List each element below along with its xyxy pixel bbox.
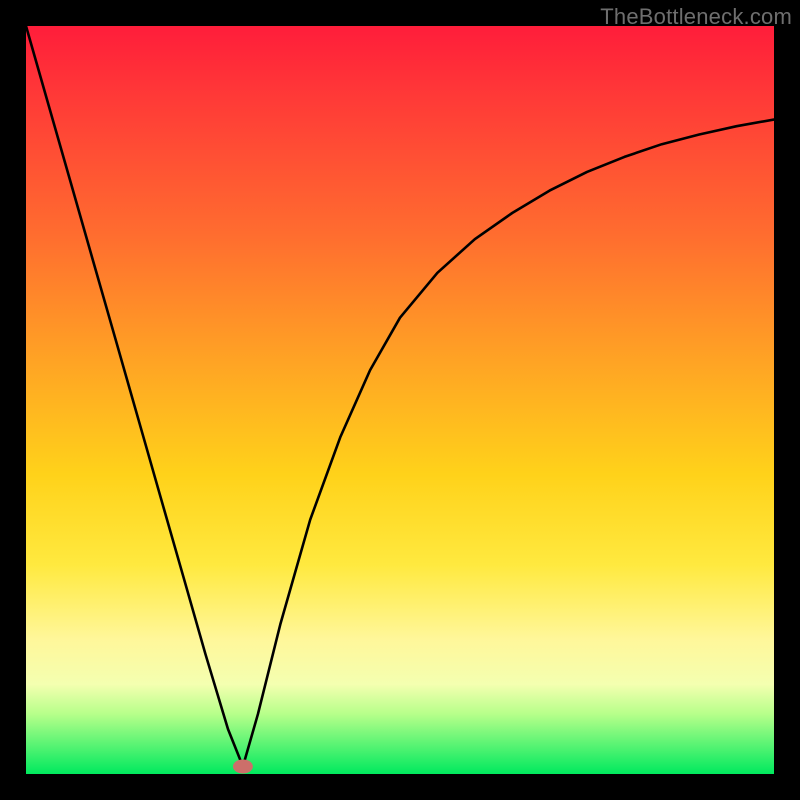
optimal-point-marker (233, 760, 253, 774)
watermark-text: TheBottleneck.com (600, 4, 792, 30)
curve-svg (26, 26, 774, 774)
chart-frame: TheBottleneck.com (0, 0, 800, 800)
bottleneck-curve (26, 26, 774, 767)
plot-area (26, 26, 774, 774)
